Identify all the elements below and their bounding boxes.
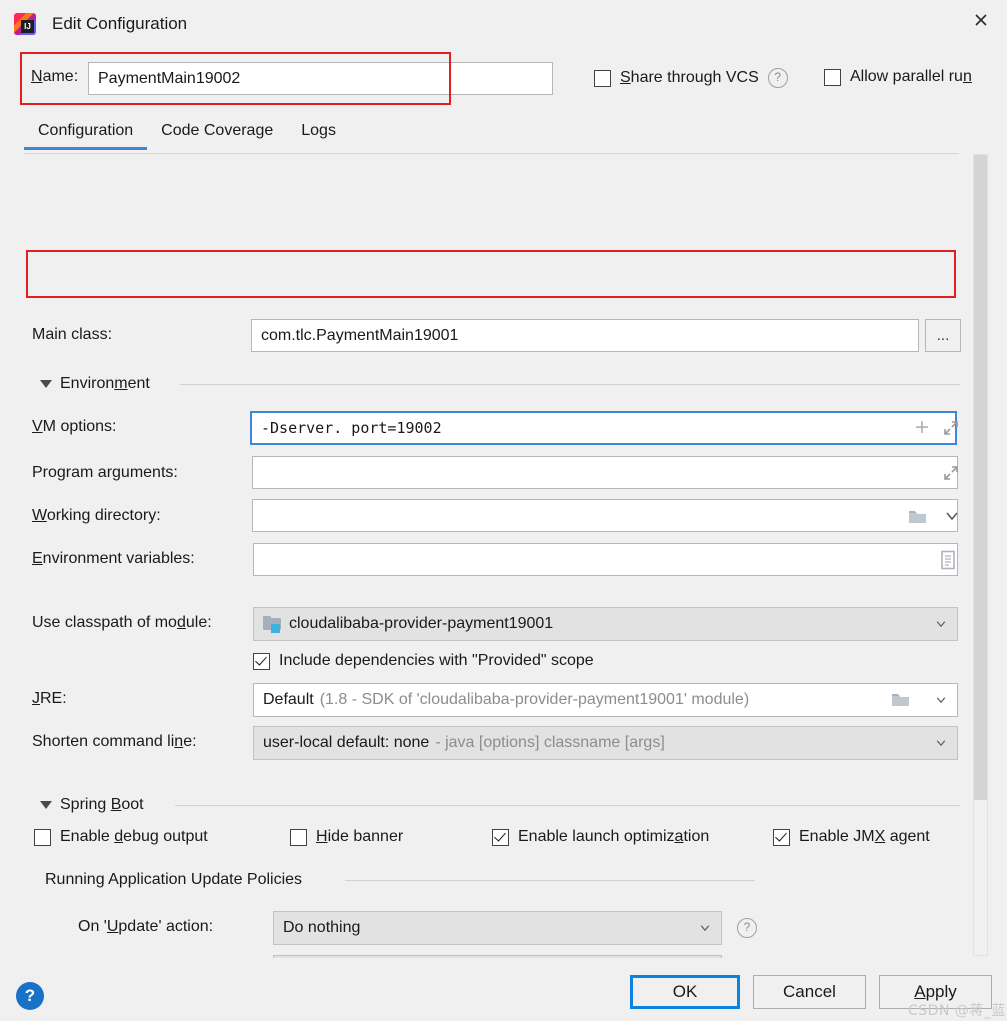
- folder-icon: [908, 508, 928, 525]
- program-arguments-expand-button[interactable]: [940, 461, 962, 485]
- shorten-command-line-value: user-local default: none: [263, 734, 429, 752]
- vm-options-expand-button[interactable]: [940, 416, 962, 440]
- cancel-button[interactable]: Cancel: [753, 975, 866, 1009]
- environment-section-header[interactable]: Environment: [40, 375, 150, 393]
- share-through-vcs-checkbox[interactable]: [594, 70, 611, 87]
- on-update-action-value: Do nothing: [283, 919, 360, 937]
- shorten-command-line-hint: - java [options] classname [args]: [435, 734, 664, 752]
- spring-boot-section-label: Spring Boot: [60, 796, 144, 814]
- chevron-down-icon: [40, 380, 52, 388]
- allow-parallel-run-label: Allow parallel run: [850, 68, 972, 86]
- hide-banner-row[interactable]: Hide banner: [290, 828, 403, 846]
- question-mark-circle-icon: ?: [25, 986, 35, 1006]
- working-directory-dropdown-button[interactable]: [940, 505, 964, 527]
- jre-browse-button[interactable]: [891, 691, 911, 713]
- update-policies-divider: [345, 880, 755, 881]
- ok-button[interactable]: OK: [630, 975, 740, 1009]
- hide-banner-checkbox[interactable]: [290, 829, 307, 846]
- enable-jmx-agent-row[interactable]: Enable JMX agent: [773, 828, 930, 846]
- edit-configuration-dialog: Edit Configuration Name: Share through V…: [0, 0, 1007, 1021]
- help-button[interactable]: ?: [16, 982, 44, 1010]
- vm-options-add-macro-button[interactable]: +: [910, 415, 934, 441]
- allow-parallel-run-checkbox[interactable]: [824, 69, 841, 86]
- main-class-input[interactable]: [251, 319, 919, 352]
- working-directory-browse-button[interactable]: [906, 505, 930, 527]
- main-class-browse-button[interactable]: ...: [925, 319, 961, 352]
- name-label: Name:: [31, 68, 78, 86]
- spring-boot-section-header[interactable]: Spring Boot: [40, 796, 144, 814]
- classpath-module-combobox[interactable]: cloudalibaba-provider-payment19001: [253, 607, 958, 641]
- tab-configuration[interactable]: Configuration: [24, 118, 147, 150]
- jre-value: Default: [263, 691, 314, 709]
- hide-banner-label: Hide banner: [316, 828, 403, 846]
- title-bar: Edit Configuration: [0, 0, 1007, 45]
- share-through-vcs-row[interactable]: Share through VCS ?: [594, 68, 788, 88]
- chevron-down-icon: [935, 737, 947, 749]
- module-folder-icon: [263, 616, 282, 632]
- spring-boot-section-divider: [175, 805, 960, 806]
- chevron-down-icon: [699, 922, 711, 934]
- include-provided-scope-row[interactable]: Include dependencies with "Provided" sco…: [253, 652, 594, 670]
- shorten-command-line-combobox[interactable]: user-local default: none - java [options…: [253, 726, 958, 760]
- name-input[interactable]: [88, 62, 553, 95]
- enable-debug-output-row[interactable]: Enable debug output: [34, 828, 208, 846]
- list-document-icon: [940, 550, 956, 570]
- chevron-down-icon: [40, 801, 52, 809]
- close-button[interactable]: [955, 0, 1007, 40]
- chevron-down-icon: [944, 510, 960, 522]
- include-provided-scope-checkbox[interactable]: [253, 653, 270, 670]
- plus-icon: +: [915, 416, 929, 440]
- environment-variables-label: Environment variables:: [32, 550, 195, 568]
- include-provided-scope-label: Include dependencies with "Provided" sco…: [279, 652, 594, 670]
- enable-launch-optimization-label: Enable launch optimization: [518, 828, 709, 846]
- environment-section-label: Environment: [60, 375, 150, 393]
- watermark: CSDN @蒋_蓝: [908, 1000, 1006, 1020]
- dialog-title: Edit Configuration: [52, 14, 187, 34]
- program-arguments-label: Program arguments:: [32, 464, 178, 482]
- enable-jmx-agent-checkbox[interactable]: [773, 829, 790, 846]
- on-update-action-label: On 'Update' action:: [78, 918, 213, 936]
- vm-options-label: VM options:: [32, 418, 116, 436]
- program-arguments-input[interactable]: [252, 456, 958, 489]
- tab-bar: Configuration Code Coverage Logs: [24, 118, 350, 150]
- enable-launch-optimization-checkbox[interactable]: [492, 829, 509, 846]
- classpath-module-value: cloudalibaba-provider-payment19001: [289, 615, 553, 633]
- jre-value-hint: (1.8 - SDK of 'cloudalibaba-provider-pay…: [320, 691, 749, 709]
- update-policies-section-label: Running Application Update Policies: [45, 871, 302, 889]
- vertical-scrollbar-thumb[interactable]: [974, 155, 987, 800]
- enable-launch-optimization-row[interactable]: Enable launch optimization: [492, 828, 709, 846]
- chevron-down-icon: [935, 618, 947, 630]
- enable-debug-output-label: Enable debug output: [60, 828, 208, 846]
- on-update-action-help-icon[interactable]: ?: [737, 918, 757, 938]
- vm-options-input[interactable]: [250, 411, 957, 445]
- environment-section-divider: [180, 384, 960, 385]
- working-directory-label: Working directory:: [32, 507, 161, 525]
- enable-jmx-agent-label: Enable JMX agent: [799, 828, 930, 846]
- main-class-label: Main class:: [32, 326, 112, 344]
- tab-logs[interactable]: Logs: [287, 118, 350, 150]
- shorten-command-line-label: Shorten command line:: [32, 733, 197, 751]
- configuration-scroll-panel: Main class: ... Environment VM options: …: [20, 153, 988, 958]
- allow-parallel-run-row[interactable]: Allow parallel run: [824, 68, 972, 86]
- jre-combobox[interactable]: Default (1.8 - SDK of 'cloudalibaba-prov…: [253, 683, 958, 717]
- expand-arrows-icon: [942, 419, 960, 437]
- folder-icon: [891, 691, 911, 708]
- share-through-vcs-label: Share through VCS: [620, 69, 759, 87]
- classpath-module-label: Use classpath of module:: [32, 614, 212, 632]
- working-directory-input[interactable]: [252, 499, 958, 532]
- environment-variables-input[interactable]: [253, 543, 958, 576]
- chevron-down-icon: [935, 694, 947, 706]
- expand-arrows-icon: [942, 464, 960, 482]
- on-update-action-combobox[interactable]: Do nothing: [273, 911, 722, 945]
- environment-variables-edit-button[interactable]: [937, 547, 959, 573]
- close-icon: [973, 12, 989, 28]
- jre-label: JRE:: [32, 690, 67, 708]
- intellij-idea-icon: [14, 13, 36, 35]
- enable-debug-output-checkbox[interactable]: [34, 829, 51, 846]
- tab-code-coverage[interactable]: Code Coverage: [147, 118, 287, 150]
- share-vcs-help-icon[interactable]: ?: [768, 68, 788, 88]
